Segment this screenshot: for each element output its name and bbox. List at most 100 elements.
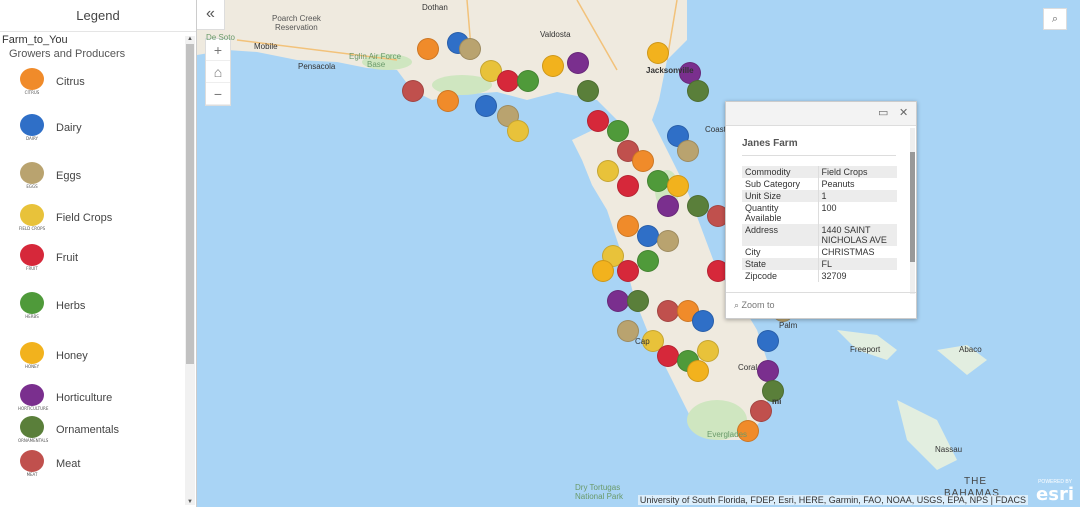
farm-marker[interactable]	[507, 120, 529, 142]
farm-marker[interactable]	[402, 80, 424, 102]
legend-item-herbs: HERBS Herbs	[14, 292, 184, 326]
popup-scroll-thumb[interactable]	[910, 152, 915, 262]
attribute-key: Zipcode	[742, 270, 819, 282]
legend-content[interactable]: Farm_to_You Growers and Producers CITRUS…	[0, 32, 197, 507]
farm-marker[interactable]	[637, 225, 659, 247]
farm-marker[interactable]	[687, 195, 709, 217]
farm-marker[interactable]	[687, 80, 709, 102]
farm-marker[interactable]	[687, 360, 709, 382]
maximize-icon[interactable]: ▭	[878, 106, 888, 119]
farm-marker[interactable]	[697, 340, 719, 362]
farm-marker[interactable]	[542, 55, 564, 77]
legend-scroll-thumb[interactable]	[186, 44, 194, 364]
eggs-icon: EGGS	[18, 162, 46, 192]
legend-symbol-tag: ORNAMENTALS	[18, 438, 49, 443]
legend-label: Ornamentals	[56, 424, 119, 436]
legend-symbol-tag: FIELD CROPS	[18, 226, 46, 231]
farm-marker[interactable]	[657, 345, 679, 367]
farm-marker[interactable]	[667, 175, 689, 197]
farm-marker[interactable]	[517, 70, 539, 92]
farm-marker[interactable]	[567, 52, 589, 74]
farm-marker[interactable]	[647, 170, 669, 192]
legend-item-meat: MEAT Meat	[14, 450, 184, 484]
farm-marker[interactable]	[617, 260, 639, 282]
farm-marker[interactable]	[437, 90, 459, 112]
legend-symbol-tag: HONEY	[24, 364, 40, 369]
zoom-to-icon: ⌕	[734, 300, 742, 310]
map-label: mi	[772, 397, 782, 406]
farm-marker[interactable]	[757, 360, 779, 382]
popup-attribute-table: Commodity Field Crops Sub Category Peanuts U…	[742, 166, 897, 282]
farm-marker[interactable]	[637, 250, 659, 272]
map-label: Freeport	[850, 345, 881, 354]
farm-marker[interactable]	[657, 195, 679, 217]
scroll-down-arrow[interactable]: ▼	[186, 499, 194, 505]
popup-attribute-row: City CHRISTMAS	[742, 246, 897, 258]
farm-marker[interactable]	[459, 38, 481, 60]
farm-marker[interactable]	[617, 175, 639, 197]
popup-scrollbar[interactable]	[910, 128, 915, 294]
farm-marker[interactable]	[475, 95, 497, 117]
legend-scrollbar[interactable]: ▲ ▼	[185, 36, 195, 505]
farm-marker[interactable]	[677, 140, 699, 162]
legend-label: Horticulture	[56, 392, 113, 404]
map-label: De Soto	[206, 33, 235, 42]
map-label: Dry Tortugas	[575, 483, 621, 492]
search-button[interactable]: ⌕	[1043, 8, 1067, 30]
attribute-key: State	[742, 258, 819, 270]
legend-title: Legend	[0, 0, 196, 32]
map-attribution[interactable]: University of South Florida, FDEP, Esri,…	[637, 495, 1028, 505]
citrus-icon: CITRUS	[18, 68, 46, 98]
attribute-value: Field Crops	[818, 166, 897, 178]
farm-marker[interactable]	[617, 215, 639, 237]
farm-marker[interactable]	[692, 310, 714, 332]
farm-marker[interactable]	[497, 70, 519, 92]
legend-symbol-tag: HORTICULTURE	[18, 406, 49, 411]
fruit-icon: FRUIT	[18, 244, 46, 274]
farm-marker[interactable]	[607, 290, 629, 312]
farm-marker[interactable]	[632, 150, 654, 172]
farm-marker[interactable]	[592, 260, 614, 282]
farm-marker[interactable]	[597, 160, 619, 182]
farm-marker[interactable]	[757, 330, 779, 352]
zoom-to-label: Zoom to	[741, 300, 775, 310]
legend-label: Herbs	[56, 300, 86, 312]
home-button[interactable]: ⌂	[206, 61, 230, 83]
popup-attribute-row: Address 1440 SAINT NICHOLAS AVE	[742, 224, 897, 246]
map-label: Cap	[635, 337, 650, 346]
map-label: Valdosta	[540, 30, 571, 39]
legend-label: Eggs	[56, 170, 82, 182]
legend-label: Citrus	[56, 76, 85, 88]
attribute-value: 32709	[821, 271, 847, 281]
farm-marker[interactable]	[627, 290, 649, 312]
legend-item-honey: HONEY Honey	[14, 342, 184, 376]
meat-icon: MEAT	[18, 450, 46, 480]
farm-marker[interactable]	[607, 120, 629, 142]
legend-item-citrus: CITRUS Citrus	[14, 68, 184, 102]
map-label: Nassau	[935, 445, 963, 454]
sublayer-name: Growers and Producers	[9, 48, 126, 60]
collapse-legend-button[interactable]: «	[197, 0, 225, 30]
farm-marker[interactable]	[657, 230, 679, 252]
honey-icon: HONEY	[18, 342, 46, 372]
legend-symbol-tag: DAIRY	[26, 136, 38, 141]
zoom-to-link[interactable]: ⌕ Zoom to	[726, 292, 916, 318]
attribute-value: 1	[818, 190, 897, 202]
scroll-up-arrow[interactable]: ▲	[186, 36, 194, 42]
esri-logo[interactable]: esri	[1036, 484, 1074, 505]
popup-body: Janes Farm Commodity Field Crops Sub Categ…	[726, 126, 914, 294]
farm-marker[interactable]	[750, 400, 772, 422]
farm-marker[interactable]	[417, 38, 439, 60]
map-label: Base	[367, 60, 386, 69]
farm-marker[interactable]	[647, 42, 669, 64]
popup-attribute-row: Zipcode 32709	[742, 270, 897, 282]
farm-marker[interactable]	[587, 110, 609, 132]
attribute-value: Peanuts	[821, 179, 855, 189]
farm-marker[interactable]	[577, 80, 599, 102]
farm-marker[interactable]	[657, 300, 679, 322]
map-view[interactable]: « + ⌂ − ⌕ Dothan Poarch Creek Reservatio…	[197, 0, 1080, 507]
zoom-out-button[interactable]: −	[206, 83, 230, 105]
zoom-in-button[interactable]: +	[206, 39, 230, 61]
legend-item-horticulture: HORTICULTURE Horticulture	[14, 384, 184, 418]
close-icon[interactable]: ✕	[899, 106, 908, 119]
